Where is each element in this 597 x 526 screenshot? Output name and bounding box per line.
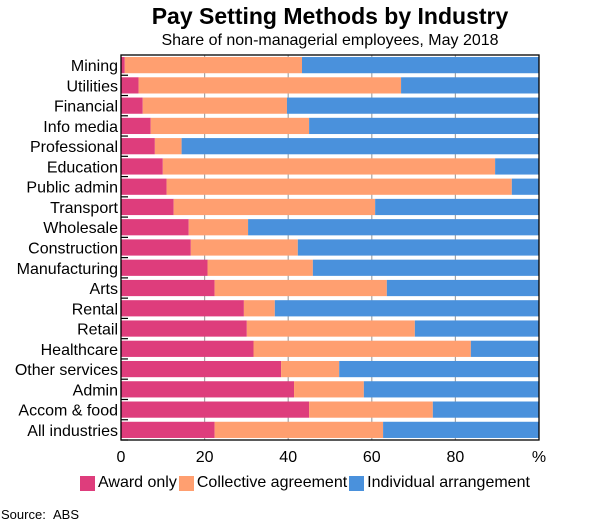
category-label: Utilities [66, 78, 118, 95]
bar-collective-agreement [142, 97, 287, 114]
legend-label-individual: Individual arrangement [367, 474, 530, 491]
bar-award-only [121, 360, 282, 378]
bar-individual-arrangement [383, 421, 539, 438]
bar-individual-arrangement [414, 320, 539, 337]
category-label: Financial [54, 99, 118, 116]
bar-individual-arrangement [401, 77, 539, 94]
legend-swatch-collective [178, 475, 194, 491]
x-tick-label: 20 [196, 449, 214, 466]
source-value: ABS [53, 507, 80, 522]
category-label: Healthcare [41, 342, 118, 359]
bar-individual-arrangement [495, 158, 539, 175]
legend-label-award: Award only [98, 474, 177, 491]
bar-collective-agreement [188, 219, 249, 236]
bar-individual-arrangement [301, 57, 539, 74]
bar-award-only [121, 239, 191, 256]
bar-award-only [121, 381, 295, 398]
bar-award-only [121, 219, 189, 236]
legend-swatch-award [80, 475, 95, 491]
bar-individual-arrangement [297, 239, 539, 256]
bar-award-only [121, 279, 215, 297]
category-label: Accom & food [18, 403, 118, 420]
bar-award-only [121, 259, 208, 276]
bars [121, 57, 540, 438]
bar-individual-arrangement [309, 117, 539, 135]
bar-individual-arrangement [511, 178, 539, 195]
x-tick-label: 80 [447, 449, 465, 466]
bar-award-only [121, 340, 254, 357]
bar-individual-arrangement [386, 279, 539, 297]
x-tick-label: 0 [117, 449, 126, 466]
bar-award-only [121, 77, 139, 94]
category-label: Education [47, 159, 118, 176]
category-label: All industries [27, 423, 118, 440]
x-unit-label: % [532, 449, 546, 466]
legend-item-collective: Collective agreement [178, 474, 348, 492]
bar-individual-arrangement [470, 340, 539, 357]
bar-individual-arrangement [432, 401, 539, 418]
bar-collective-agreement [214, 279, 387, 297]
category-label: Retail [77, 322, 118, 339]
bar-individual-arrangement [274, 300, 539, 317]
bar-collective-agreement [162, 158, 496, 175]
bar-collective-agreement [150, 117, 310, 135]
bar-collective-agreement [309, 401, 433, 418]
bar-collective-agreement [124, 57, 302, 74]
source-label: Source: [1, 507, 46, 522]
category-label: Manufacturing [17, 261, 118, 278]
category-label: Arts [90, 281, 118, 298]
chart-plot: Mining Utilities Financial Info media Profes… [15, 54, 547, 466]
bar-individual-arrangement [286, 97, 539, 114]
source-note: Source: ABS [1, 507, 79, 522]
bar-collective-agreement [207, 259, 313, 276]
bar-award-only [121, 97, 143, 114]
bar-award-only [121, 401, 310, 418]
category-label: Mining [71, 58, 118, 75]
category-label: Rental [72, 301, 118, 318]
category-label: Construction [28, 241, 118, 258]
category-label: Transport [50, 200, 118, 217]
x-tick-labels: 0 20 40 60 80% [117, 449, 547, 466]
bar-individual-arrangement [339, 360, 539, 378]
bar-award-only [121, 178, 167, 195]
bar-collective-agreement [243, 300, 275, 317]
legend-item-award: Award only [80, 474, 177, 492]
bar-collective-agreement [281, 360, 340, 378]
bar-collective-agreement [294, 381, 364, 398]
bar-award-only [121, 198, 174, 216]
bar-individual-arrangement [248, 219, 539, 236]
bar-award-only [121, 158, 163, 175]
bar-award-only [121, 117, 151, 135]
category-label: Info media [43, 119, 118, 136]
bar-collective-agreement [190, 239, 298, 256]
legend-item-individual: Individual arrangement [349, 474, 530, 492]
x-tick-label: 60 [363, 449, 381, 466]
category-label: Public admin [26, 180, 118, 197]
bar-award-only [121, 300, 244, 317]
category-label: Other services [15, 362, 118, 379]
bar-collective-agreement [253, 340, 471, 357]
bar-award-only [121, 138, 155, 155]
legend-swatch-individual [349, 475, 365, 491]
bar-award-only [121, 320, 247, 337]
bar-collective-agreement [154, 138, 182, 155]
x-tick-label: 40 [279, 449, 297, 466]
bar-individual-arrangement [181, 138, 540, 155]
bar-collective-agreement [246, 320, 415, 337]
category-label: Admin [73, 382, 118, 399]
bar-collective-agreement [173, 198, 376, 216]
category-label: Professional [30, 139, 118, 156]
bar-collective-agreement [214, 421, 384, 438]
legend: Award only Collective agreement Individu… [80, 474, 532, 492]
bar-individual-arrangement [363, 381, 539, 398]
bar-individual-arrangement [312, 259, 539, 276]
bar-collective-agreement [166, 178, 512, 195]
legend-label-collective: Collective agreement [196, 474, 348, 491]
bar-individual-arrangement [375, 198, 539, 216]
category-label: Wholesale [43, 220, 118, 237]
bar-collective-agreement [138, 77, 402, 94]
bar-award-only [121, 421, 215, 438]
category-labels: Mining Utilities Financial Info media Profes… [15, 58, 128, 441]
